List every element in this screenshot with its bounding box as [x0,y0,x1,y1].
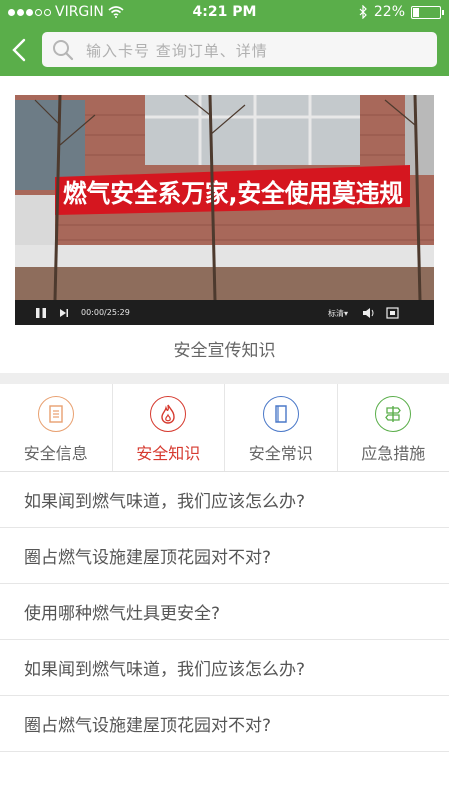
video-time: 00:00/25:29 [81,308,130,317]
tab-safety-knowledge[interactable]: 安全知识 [113,384,225,471]
status-right: 22% [359,4,444,20]
volume-icon[interactable] [362,307,376,319]
book-icon [262,396,299,432]
section-divider [0,373,449,384]
list-item[interactable]: 使用哪种燃气灶具更安全? [0,584,449,640]
tab-label: 应急措施 [361,444,426,463]
battery-percent: 22% [373,4,405,20]
flame-icon [150,396,187,432]
status-bar: VIRGIN 4:21 PM 22% [0,0,449,24]
pause-icon[interactable] [35,308,47,318]
battery-icon [411,5,444,19]
signpost-icon [375,396,412,432]
banner-text: 燃气安全系万家,安全使用莫违规 [63,179,403,208]
search-icon [53,40,74,61]
tab-label: 安全信息 [23,444,88,463]
next-icon[interactable] [59,308,69,318]
list-item[interactable]: 圈占燃气设施建屋顶花园对不对? [0,696,449,752]
fullscreen-icon[interactable] [386,307,399,319]
back-arrow-icon[interactable] [8,36,32,64]
bluetooth-icon [359,5,367,19]
video-controls: 00:00/25:29 标清▾ [15,300,434,325]
list-item[interactable]: 如果闻到燃气味道，我们应该怎么办? [0,472,449,528]
tab-label: 安全常识 [248,444,313,463]
list-item[interactable]: 如果闻到燃气味道，我们应该怎么办? [0,640,449,696]
search-placeholder: 输入卡号 查询订单、详情 [86,42,268,60]
video-frame-image: 燃气安全系万家,安全使用莫违规 [15,95,434,300]
question-list: 如果闻到燃气味道，我们应该怎么办? 圈占燃气设施建屋顶花园对不对? 使用哪种燃气… [0,472,449,752]
list-item[interactable]: 圈占燃气设施建屋顶花园对不对? [0,528,449,584]
tab-safety-common-sense[interactable]: 安全常识 [225,384,338,471]
document-icon [37,396,74,432]
category-tabs: 安全信息 安全知识 安全常识 应急措施 [0,384,449,472]
search-input[interactable]: 输入卡号 查询订单、详情 [42,32,437,67]
tab-label: 安全知识 [136,444,201,463]
video-caption: 安全宣传知识 [173,341,276,361]
quality-selector[interactable]: 标清▾ [328,308,348,319]
tab-safety-info[interactable]: 安全信息 [0,384,113,471]
video-player[interactable]: 燃气安全系万家,安全使用莫违规 00:00/25:29 标清▾ [15,95,434,325]
nav-bar: 输入卡号 查询订单、详情 [0,24,449,76]
tab-emergency-measures[interactable]: 应急措施 [338,384,449,471]
